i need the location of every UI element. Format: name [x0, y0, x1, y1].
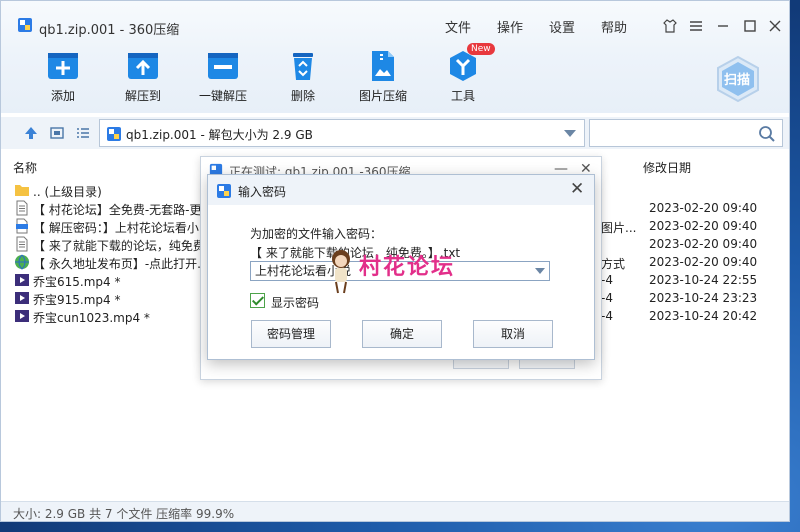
- tools-button[interactable]: 工具: [433, 47, 493, 109]
- menu-help[interactable]: 帮助: [601, 17, 627, 36]
- minimize-icon[interactable]: [711, 15, 735, 37]
- add-button[interactable]: 添加: [33, 47, 93, 109]
- jpg-file-icon: [16, 218, 28, 234]
- folder-icon: [15, 185, 29, 196]
- maximize-icon[interactable]: [738, 15, 762, 37]
- show-password-checkbox[interactable]: [250, 293, 265, 308]
- one-click-extract-icon: [208, 53, 238, 79]
- address-text: qb1.zip.001 - 解包大小为 2.9 GB: [126, 128, 313, 142]
- archive-icon: [107, 127, 121, 141]
- window-title: qb1.zip.001 - 360压缩: [39, 23, 180, 38]
- status-text: 大小: 2.9 GB 共 7 个文件 压缩率 99.9%: [13, 507, 235, 521]
- password-manager-button[interactable]: 密码管理: [251, 320, 331, 348]
- text-file-icon: [16, 236, 28, 252]
- address-bar[interactable]: qb1.zip.001 - 解包大小为 2.9 GB: [99, 119, 585, 147]
- close-icon[interactable]: [763, 15, 787, 37]
- search-icon[interactable]: [758, 125, 776, 143]
- menu-file[interactable]: 文件: [445, 17, 471, 36]
- menu-operation[interactable]: 操作: [497, 17, 523, 36]
- menu-list-icon[interactable]: [684, 15, 708, 37]
- toolbar: 添加 解压到 一键解压 删除 图片压缩 工具 扫描: [1, 47, 789, 113]
- list-view-icon[interactable]: [75, 125, 91, 141]
- chevron-down-icon[interactable]: [564, 130, 576, 137]
- close-icon[interactable]: ✕: [570, 179, 584, 199]
- column-date[interactable]: 修改日期: [643, 159, 691, 176]
- new-badge: New: [467, 43, 495, 55]
- thumbnail-view-icon[interactable]: [49, 125, 65, 141]
- watermark-text: 村花论坛: [359, 255, 456, 280]
- extract-to-button[interactable]: 解压到: [113, 47, 173, 109]
- one-click-extract-button[interactable]: 一键解压: [193, 47, 253, 109]
- extract-to-icon: [128, 53, 158, 79]
- show-password-label[interactable]: 显示密码: [271, 294, 319, 311]
- column-name[interactable]: 名称: [13, 159, 37, 176]
- address-row: qb1.zip.001 - 解包大小为 2.9 GB: [1, 117, 789, 149]
- dialog-title-bar: 输入密码 ✕: [208, 175, 594, 205]
- skin-icon[interactable]: [658, 15, 682, 37]
- delete-button[interactable]: 删除: [273, 47, 333, 109]
- mp4-file-icon: [15, 310, 29, 322]
- menu-settings[interactable]: 设置: [549, 17, 575, 36]
- mp4-file-icon: [15, 274, 29, 286]
- ok-button[interactable]: 确定: [362, 320, 442, 348]
- main-window: qb1.zip.001 - 360压缩 文件 操作 设置 帮助 添加 解压到 一…: [0, 0, 790, 522]
- up-arrow-icon[interactable]: [23, 125, 39, 141]
- globe-icon: [15, 254, 29, 270]
- password-prompt: 为加密的文件输入密码：: [250, 227, 383, 241]
- search-input[interactable]: [589, 119, 783, 147]
- recycle-bin-icon: [293, 53, 313, 80]
- mp4-file-icon: [15, 292, 29, 304]
- dialog-title: 输入密码: [238, 185, 287, 199]
- status-bar: 大小: 2.9 GB 共 7 个文件 压缩率 99.9%: [1, 501, 789, 521]
- cancel-button[interactable]: 取消: [473, 320, 553, 348]
- text-file-icon: [16, 200, 28, 216]
- app-zip-icon: [18, 18, 32, 32]
- title-bar: qb1.zip.001 - 360压缩 文件 操作 设置 帮助: [1, 1, 789, 51]
- image-compress-icon: [372, 51, 394, 81]
- image-compress-button[interactable]: 图片压缩: [353, 47, 413, 109]
- scan-label: 扫描: [724, 73, 751, 88]
- chevron-down-icon[interactable]: [535, 268, 545, 274]
- app-zip-icon: [217, 184, 231, 198]
- add-box-icon: [48, 53, 78, 79]
